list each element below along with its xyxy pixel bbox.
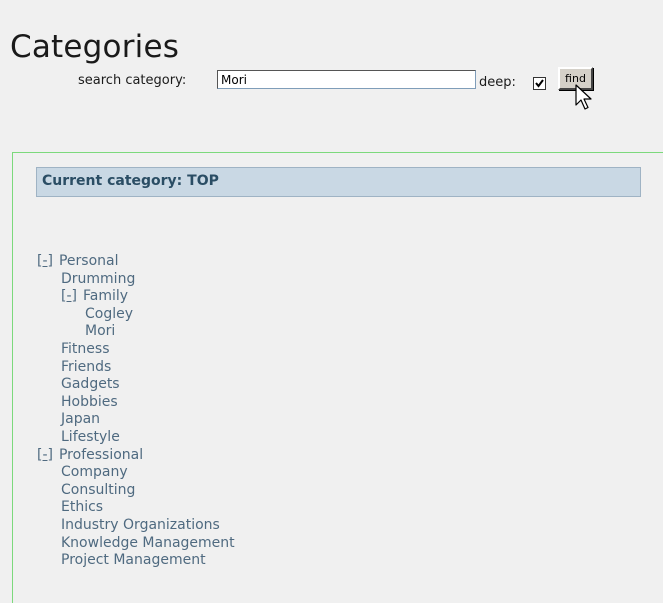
category-link[interactable]: Friends — [61, 359, 111, 375]
page-title: Categories — [10, 28, 180, 65]
current-category-label: Current category: TOP — [42, 173, 219, 189]
tree-node: Japan — [37, 411, 235, 429]
category-link[interactable]: Consulting — [61, 482, 135, 498]
category-link[interactable]: Hobbies — [61, 394, 118, 410]
collapse-toggle[interactable]: [-] — [37, 253, 53, 269]
checkmark-icon — [535, 79, 544, 88]
tree-node: Ethics — [37, 499, 235, 517]
category-link[interactable]: Knowledge Management — [61, 535, 235, 551]
category-link[interactable]: Ethics — [61, 499, 103, 515]
category-tree: [-] Personal Drumming [-] Family Cogley Mo… — [37, 253, 235, 570]
tree-node: Industry Organizations — [37, 517, 235, 535]
category-link[interactable]: Family — [83, 288, 128, 304]
tree-node: Cogley — [37, 306, 235, 324]
tree-node: Hobbies — [37, 394, 235, 412]
tree-node-personal: [-] Personal — [37, 253, 235, 271]
tree-node-family: [-] Family — [37, 288, 235, 306]
category-link[interactable]: Project Management — [61, 552, 206, 568]
search-category-label: search category: — [78, 73, 187, 88]
category-link[interactable]: Professional — [59, 447, 143, 463]
tree-node: Gadgets — [37, 376, 235, 394]
collapse-toggle[interactable]: [-] — [37, 447, 53, 463]
current-category-header: Current category: TOP — [36, 167, 641, 197]
tree-node: Friends — [37, 359, 235, 377]
category-link[interactable]: Gadgets — [61, 376, 120, 392]
tree-node: Consulting — [37, 482, 235, 500]
category-link[interactable]: Industry Organizations — [61, 517, 220, 533]
tree-node: Company — [37, 464, 235, 482]
category-link[interactable]: Fitness — [61, 341, 110, 357]
category-link[interactable]: Company — [61, 464, 128, 480]
tree-node: Project Management — [37, 552, 235, 570]
mouse-pointer-icon — [575, 84, 592, 110]
category-link[interactable]: Personal — [59, 253, 119, 269]
category-link[interactable]: Mori — [85, 323, 115, 339]
category-link[interactable]: Lifestyle — [61, 429, 120, 445]
deep-label: deep: — [479, 75, 516, 90]
collapse-toggle[interactable]: [-] — [61, 288, 77, 304]
tree-node: Fitness — [37, 341, 235, 359]
tree-node: Lifestyle — [37, 429, 235, 447]
deep-checkbox[interactable] — [533, 77, 546, 90]
category-link[interactable]: Drumming — [61, 271, 135, 287]
search-category-input[interactable] — [217, 70, 476, 89]
category-link[interactable]: Japan — [61, 411, 100, 427]
tree-node: Mori — [37, 323, 235, 341]
category-link[interactable]: Cogley — [85, 306, 133, 322]
category-panel: Current category: TOP [-] Personal Drummi… — [12, 152, 663, 603]
tree-node: Drumming — [37, 271, 235, 289]
tree-node-professional: [-] Professional — [37, 447, 235, 465]
tree-node: Knowledge Management — [37, 535, 235, 553]
